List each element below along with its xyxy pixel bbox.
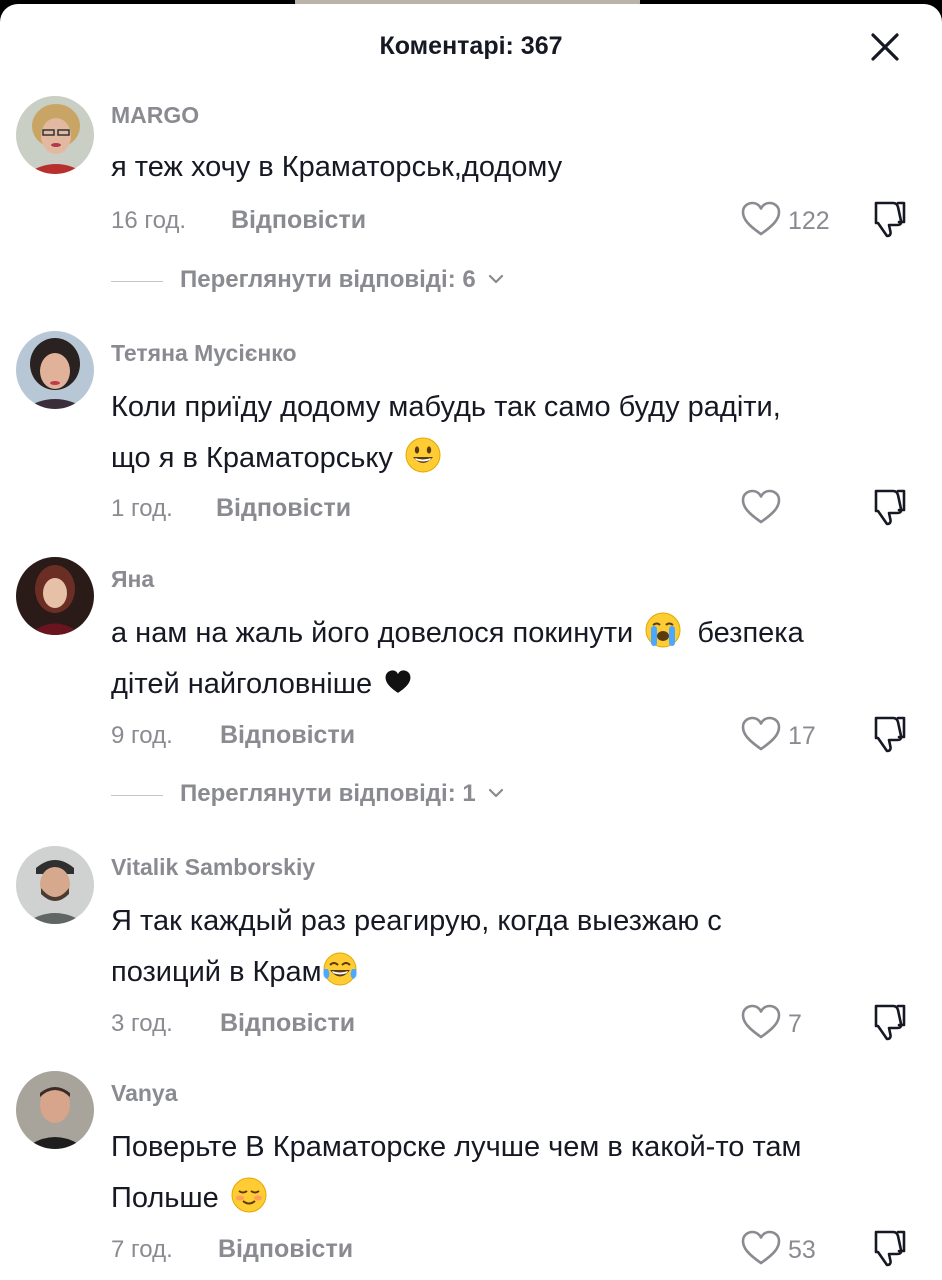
- view-replies-text: Переглянути відповіді: 6: [180, 266, 506, 294]
- comment-time: 9 год.: [111, 722, 173, 749]
- heart-icon[interactable]: [740, 715, 782, 753]
- comment-text-line-2: дітей найголовніше: [111, 659, 916, 710]
- comment-text: я теж хочу в Краматорськ,додому: [111, 142, 916, 193]
- comment-item: Vanya Поверьте В Краматорске лучше чем в…: [0, 1066, 942, 1280]
- loudly-crying-face-emoji: [645, 612, 681, 648]
- comment-text: Коли приїду додому мабудь так само буду …: [111, 382, 916, 484]
- black-heart-emoji: [385, 670, 411, 693]
- comment-username[interactable]: Vitalik Samborskiy: [111, 854, 315, 881]
- comment-username[interactable]: Яна: [111, 566, 154, 593]
- reply-button[interactable]: Відповісти: [220, 1009, 355, 1038]
- comment-text: а нам на жаль його довелося покинути без…: [111, 608, 916, 710]
- dislike-icon[interactable]: [866, 486, 910, 526]
- comment-username[interactable]: Тетяна Мусієнко: [111, 340, 297, 367]
- comment-text-line: а нам на жаль його довелося покинути без…: [111, 608, 916, 659]
- dislike-icon[interactable]: [866, 1227, 910, 1267]
- comment-text-line-2: що я в Краматорську: [111, 433, 916, 484]
- avatar[interactable]: [16, 96, 94, 174]
- chevron-down-icon: [489, 274, 504, 284]
- smiling-face-emoji: [405, 437, 441, 473]
- comment-time: 16 год.: [111, 207, 187, 234]
- dislike-icon[interactable]: [866, 1001, 910, 1041]
- reply-button[interactable]: Відповісти: [216, 494, 351, 523]
- view-replies-button[interactable]: Переглянути відповіді: 6: [111, 264, 711, 300]
- comment-text-line: Я так каждый раз реагирую, когда выезжаю…: [111, 905, 722, 937]
- avatar[interactable]: [16, 1071, 94, 1149]
- like-count: 122: [788, 207, 830, 235]
- chevron-down-icon: [489, 788, 504, 798]
- avatar[interactable]: [16, 846, 94, 924]
- comment-text-segment: безпека: [697, 617, 804, 649]
- tears-of-joy-emoji: [323, 952, 357, 986]
- reply-button[interactable]: Відповісти: [218, 1235, 353, 1264]
- heart-icon[interactable]: [740, 488, 782, 526]
- reply-button[interactable]: Відповісти: [220, 721, 355, 750]
- comment-text-segment: позиций в Крам: [111, 956, 322, 988]
- comments-title: Коментарі: 367: [379, 32, 563, 60]
- view-replies-text: Переглянути відповіді: 1: [180, 780, 506, 808]
- comment-time: 3 год.: [111, 1010, 173, 1037]
- comment-item: MARGO я теж хочу в Краматорськ,додому 16…: [0, 90, 942, 310]
- comment-item: Тетяна Мусієнко Коли приїду додому мабуд…: [0, 326, 942, 536]
- avatar[interactable]: [16, 331, 94, 409]
- comment-text-line: Коли приїду додому мабудь так само буду …: [111, 391, 781, 423]
- comments-sheet: Коментарі: 367 MARGO я теж хочу в Крамат…: [0, 4, 942, 1280]
- comment-text-segment: Польше: [111, 1182, 219, 1214]
- view-replies-label: Переглянути відповіді: 6: [180, 266, 476, 293]
- view-replies-label: Переглянути відповіді: 1: [180, 780, 476, 807]
- heart-icon[interactable]: [740, 1229, 782, 1267]
- reply-button[interactable]: Відповісти: [231, 206, 366, 235]
- like-count: 7: [788, 1010, 802, 1038]
- dislike-icon[interactable]: [866, 713, 910, 753]
- like-count: 17: [788, 722, 816, 750]
- comment-text-segment: а нам на жаль його довелося покинути: [111, 617, 634, 649]
- comment-time: 7 год.: [111, 1236, 173, 1263]
- like-count: 53: [788, 1236, 816, 1264]
- comment-text-line: я теж хочу в Краматорськ,додому: [111, 151, 563, 183]
- dislike-icon[interactable]: [866, 198, 910, 238]
- comment-username[interactable]: Vanya: [111, 1080, 178, 1107]
- close-icon: [871, 33, 899, 61]
- comment-text-segment: що я в Краматорську: [111, 442, 393, 474]
- comment-item: Яна а нам на жаль його довелося покинути…: [0, 552, 942, 812]
- comment-time: 1 год.: [111, 495, 173, 522]
- comment-text: Поверьте В Краматорске лучше чем в какой…: [111, 1122, 916, 1224]
- comment-text-line-2: позиций в Крам: [111, 947, 916, 998]
- heart-icon[interactable]: [740, 200, 782, 238]
- heart-icon[interactable]: [740, 1003, 782, 1041]
- comment-text-line-2: Польше: [111, 1173, 916, 1224]
- divider-line: [111, 281, 163, 282]
- comments-header: Коментарі: 367: [0, 4, 942, 88]
- comment-username[interactable]: MARGO: [111, 102, 199, 129]
- comment-text: Я так каждый раз реагирую, когда выезжаю…: [111, 896, 916, 998]
- view-replies-button[interactable]: Переглянути відповіді: 1: [111, 778, 711, 814]
- comment-item: Vitalik Samborskiy Я так каждый раз реаг…: [0, 840, 942, 1050]
- smiling-blush-emoji: [231, 1177, 267, 1213]
- comment-text-segment: дітей найголовніше: [111, 668, 373, 700]
- avatar[interactable]: [16, 557, 94, 635]
- close-button[interactable]: [860, 26, 910, 70]
- divider-line: [111, 795, 163, 796]
- comment-text-line: Поверьте В Краматорске лучше чем в какой…: [111, 1131, 802, 1163]
